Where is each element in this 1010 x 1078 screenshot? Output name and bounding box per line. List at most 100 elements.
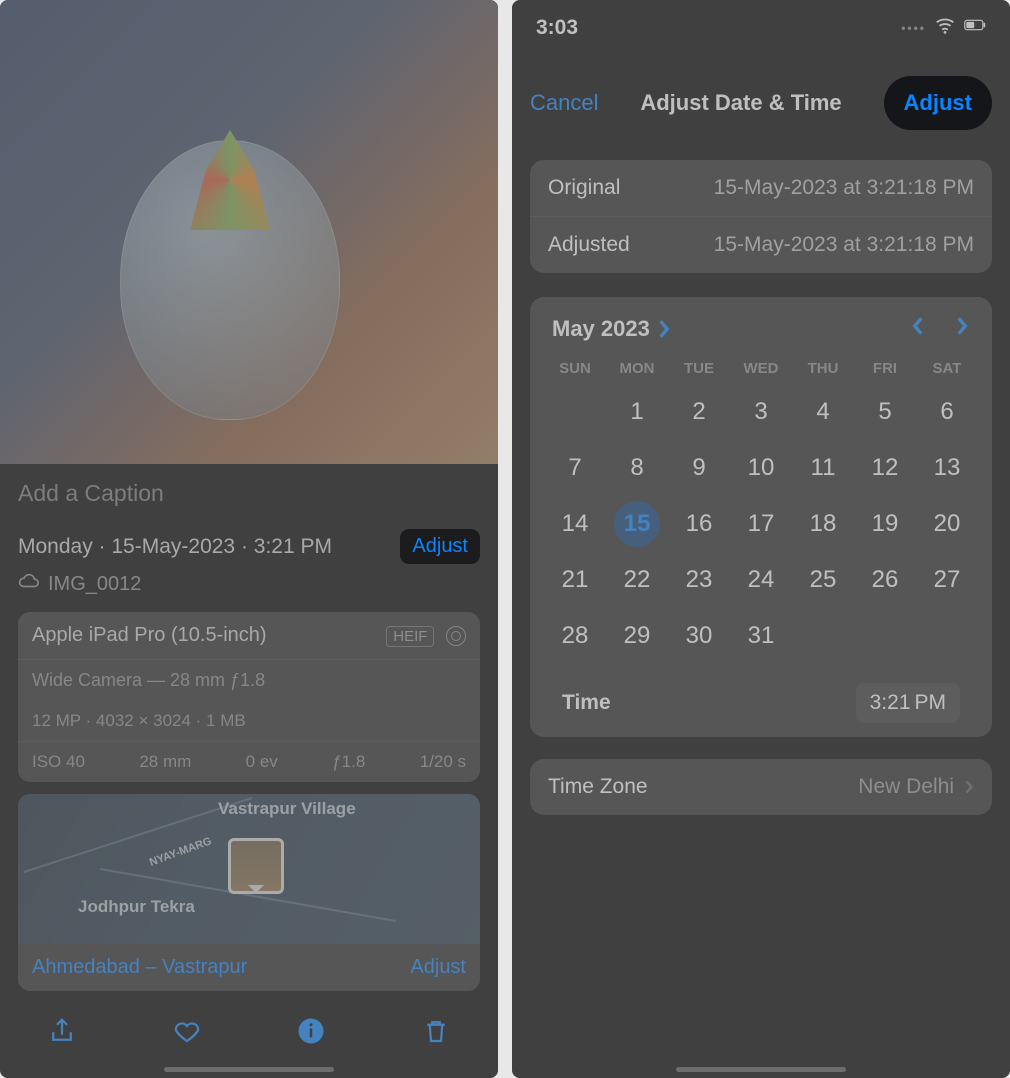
timezone-group: Time Zone New Delhi xyxy=(530,759,992,815)
phone-left-photo-info: Add a Caption Monday · 15-May-2023 · 3:2… xyxy=(0,0,498,1078)
calendar-picker: May 2023 SUNMONTUEWEDTHUFRISAT 123456789… xyxy=(530,297,992,737)
calendar-day[interactable]: 5 xyxy=(862,389,908,435)
calendar-day[interactable]: 13 xyxy=(924,445,970,491)
original-value: 15-May-2023 at 3:21:18 PM xyxy=(714,176,974,200)
nav-title: Adjust Date & Time xyxy=(640,90,841,116)
month-label: May 2023 xyxy=(552,316,650,342)
photo-filename: IMG_0012 xyxy=(48,573,141,596)
datetime-summary-group: Original 15-May-2023 at 3:21:18 PM Adjus… xyxy=(530,160,992,273)
nav-bar: Cancel Adjust Date & Time Adjust xyxy=(512,48,1010,148)
spec-focal: 28 mm xyxy=(139,752,191,772)
info-button[interactable] xyxy=(296,1016,326,1051)
calendar-day[interactable]: 18 xyxy=(800,501,846,547)
original-label: Original xyxy=(548,176,620,200)
dayname-cell: TUE xyxy=(668,360,730,377)
calendar-day[interactable]: 11 xyxy=(800,445,846,491)
adjust-confirm-button[interactable]: Adjust xyxy=(884,76,992,130)
time-label: Time xyxy=(562,691,611,715)
photo-preview[interactable] xyxy=(0,0,498,464)
phone-right-adjust-datetime: 3:03 •••• Cancel Adjust Date & Time Adju… xyxy=(512,0,1010,1078)
calendar-day[interactable]: 7 xyxy=(552,445,598,491)
map-label-jodhpur: Jodhpur Tekra xyxy=(78,898,195,917)
location-text[interactable]: Ahmedabad – Vastrapur xyxy=(32,956,247,979)
calendar-day[interactable]: 31 xyxy=(738,613,784,659)
calendar-daynames: SUNMONTUEWEDTHUFRISAT xyxy=(544,354,978,381)
chevron-right-icon xyxy=(964,779,974,795)
resolution-line: 12 MP · 4032 × 3024 · 1 MB xyxy=(18,701,480,741)
calendar-day[interactable]: 20 xyxy=(924,501,970,547)
next-month-button[interactable] xyxy=(954,315,970,342)
adjusted-label: Adjusted xyxy=(548,233,630,257)
home-indicator[interactable] xyxy=(676,1067,846,1072)
calendar-day[interactable]: 28 xyxy=(552,613,598,659)
dayname-cell: THU xyxy=(792,360,854,377)
calendar-day[interactable]: 30 xyxy=(676,613,722,659)
adjusted-value: 15-May-2023 at 3:21:18 PM xyxy=(714,233,974,257)
prev-month-button[interactable] xyxy=(910,315,926,342)
map-label-vastrapur: Vastrapur Village xyxy=(218,800,356,819)
dayname-cell: FRI xyxy=(854,360,916,377)
calendar-day[interactable]: 27 xyxy=(924,557,970,603)
favorite-button[interactable] xyxy=(172,1016,202,1051)
map-road-label: NYAY-MARG xyxy=(148,835,213,869)
timezone-label: Time Zone xyxy=(548,775,648,799)
photo-date-line: Monday · 15-May-2023 · 3:21 PM xyxy=(18,535,332,559)
delete-button[interactable] xyxy=(421,1016,451,1051)
status-time: 3:03 xyxy=(536,16,578,40)
device-name: Apple iPad Pro (10.5-inch) xyxy=(32,624,267,647)
spec-ev: 0 ev xyxy=(246,752,278,772)
calendar-day[interactable]: 17 xyxy=(738,501,784,547)
cellular-dots-icon: •••• xyxy=(901,21,926,35)
exif-card: Apple iPad Pro (10.5-inch) HEIF Wide Cam… xyxy=(18,612,480,782)
bottom-toolbar xyxy=(0,1002,498,1059)
chevron-right-icon xyxy=(656,318,672,340)
calendar-day[interactable]: 2 xyxy=(676,389,722,435)
month-picker-button[interactable]: May 2023 xyxy=(552,316,672,342)
lens-icon xyxy=(446,626,466,646)
exif-spec-row: ISO 40 28 mm 0 ev ƒ1.8 1/20 s xyxy=(18,741,480,782)
calendar-day[interactable]: 12 xyxy=(862,445,908,491)
calendar-day[interactable]: 22 xyxy=(614,557,660,603)
calendar-day[interactable]: 21 xyxy=(552,557,598,603)
home-indicator[interactable] xyxy=(164,1067,334,1072)
adjust-date-button[interactable]: Adjust xyxy=(400,529,480,564)
calendar-day[interactable]: 29 xyxy=(614,613,660,659)
calendar-day[interactable]: 23 xyxy=(676,557,722,603)
calendar-day[interactable]: 26 xyxy=(862,557,908,603)
calendar-day[interactable]: 24 xyxy=(738,557,784,603)
calendar-day[interactable]: 9 xyxy=(676,445,722,491)
time-picker-button[interactable]: 3:21 PM xyxy=(856,683,960,723)
time-period: PM xyxy=(915,691,947,715)
wifi-icon xyxy=(934,14,956,42)
calendar-day[interactable]: 6 xyxy=(924,389,970,435)
adjust-location-button[interactable]: Adjust xyxy=(410,956,466,979)
calendar-day[interactable]: 25 xyxy=(800,557,846,603)
timezone-value: New Delhi xyxy=(858,775,954,799)
calendar-day[interactable]: 19 xyxy=(862,501,908,547)
calendar-day[interactable]: 10 xyxy=(738,445,784,491)
share-button[interactable] xyxy=(47,1016,77,1051)
calendar-day[interactable]: 15 xyxy=(614,501,660,547)
dayname-cell: SUN xyxy=(544,360,606,377)
calendar-day[interactable]: 3 xyxy=(738,389,784,435)
icloud-icon xyxy=(18,570,40,598)
calendar-grid: 1234567891011121314151617181920212223242… xyxy=(544,381,978,669)
dayname-cell: MON xyxy=(606,360,668,377)
map-photo-pin[interactable] xyxy=(228,838,284,894)
calendar-day[interactable]: 4 xyxy=(800,389,846,435)
spec-iso: ISO 40 xyxy=(32,752,85,772)
calendar-day[interactable]: 8 xyxy=(614,445,660,491)
timezone-row[interactable]: Time Zone New Delhi xyxy=(530,759,992,815)
cancel-button[interactable]: Cancel xyxy=(530,90,598,116)
calendar-day[interactable]: 16 xyxy=(676,501,722,547)
battery-icon xyxy=(964,14,986,42)
caption-input[interactable]: Add a Caption xyxy=(0,464,498,523)
format-badge: HEIF xyxy=(386,626,434,647)
dayname-cell: WED xyxy=(730,360,792,377)
spec-aperture: ƒ1.8 xyxy=(332,752,365,772)
map-preview[interactable]: Vastrapur Village Jodhpur Tekra NYAY-MAR… xyxy=(18,794,480,944)
spec-shutter: 1/20 s xyxy=(420,752,466,772)
location-map-card[interactable]: Vastrapur Village Jodhpur Tekra NYAY-MAR… xyxy=(18,794,480,991)
calendar-day[interactable]: 1 xyxy=(614,389,660,435)
calendar-day[interactable]: 14 xyxy=(552,501,598,547)
